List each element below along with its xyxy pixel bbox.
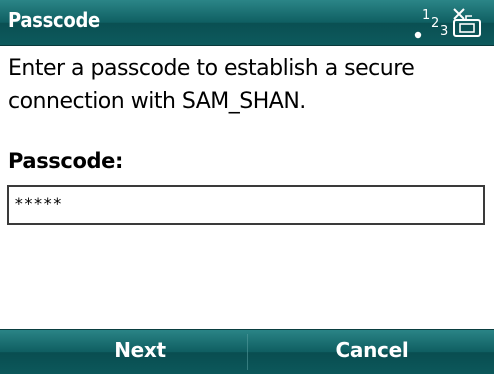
- passcode-label: Passcode:: [8, 149, 123, 173]
- network-digit-2: 2: [431, 16, 439, 31]
- network-1-2-3-icon: 1 2 3: [422, 8, 448, 39]
- softkey-bar: Next Cancel: [0, 329, 494, 374]
- dialog-content: Enter a passcode to establish a secure c…: [8, 52, 486, 118]
- signal-icon: [414, 31, 422, 39]
- passcode-input[interactable]: *****: [7, 185, 485, 225]
- passcode-screen: Passcode 1 2 3 Enter a passcode to estab…: [0, 0, 494, 374]
- network-digit-1: 1: [422, 8, 430, 23]
- status-icons-graphic: 1 2 3: [414, 8, 481, 39]
- softkey-divider: [247, 334, 248, 370]
- passcode-input-value: *****: [14, 194, 63, 213]
- title-bar: Passcode 1 2 3: [0, 0, 494, 46]
- cancel-button[interactable]: Cancel: [272, 338, 472, 362]
- status-icons: 1 2 3: [408, 3, 488, 41]
- prompt-text: Enter a passcode to establish a secure c…: [8, 56, 415, 114]
- no-sim-icon: [453, 8, 481, 37]
- window-title: Passcode: [8, 8, 100, 32]
- next-button[interactable]: Next: [40, 338, 240, 362]
- network-digit-3: 3: [440, 24, 448, 39]
